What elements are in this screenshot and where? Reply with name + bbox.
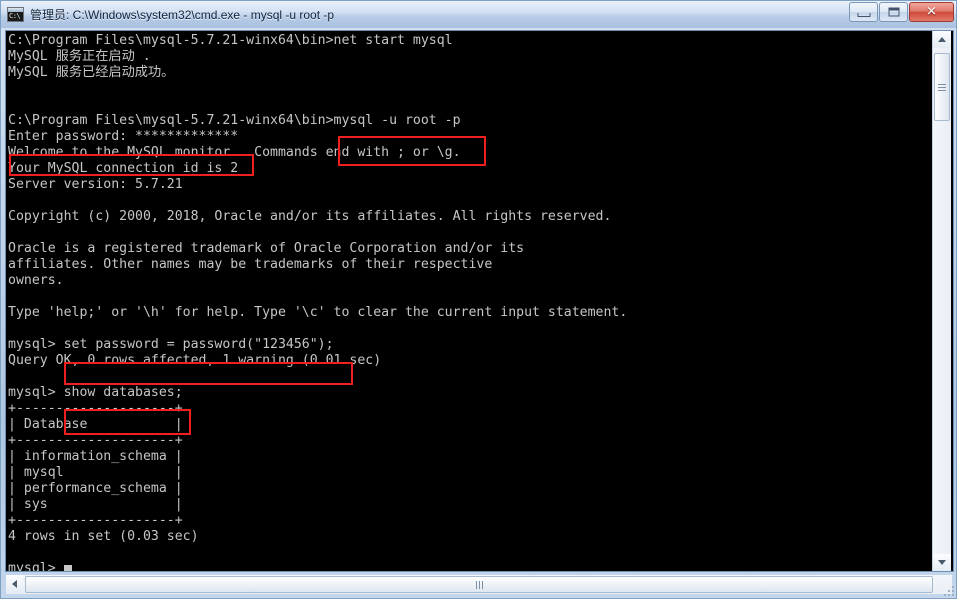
console-output: C:\Program Files\mysql-5.7.21-winx64\bin… [6,31,931,571]
maximize-button[interactable] [879,2,908,22]
console-line: Server version: 5.7.21 [8,177,183,192]
console-line: | sys | [8,497,183,512]
console-line: +--------------------+ [8,401,183,416]
scroll-left-button[interactable] [6,575,23,593]
cmd-console-icon: C:\ [7,7,24,22]
console-line: | information_schema | [8,449,183,464]
thumb-grip-icon [938,82,946,93]
console-line: +--------------------+ [8,433,183,448]
console-line: mysql> show databases; [8,385,183,400]
icon-prompt-text: C:\ [9,12,21,20]
close-button[interactable]: ✕ [909,2,954,22]
console-line: mysql> [8,561,931,571]
window-controls: ✕ [849,2,954,22]
console-line: Your MySQL connection id is 2 [8,161,239,176]
maximize-icon [888,7,899,17]
chevron-left-icon [12,580,17,588]
minimize-icon [857,13,870,17]
chevron-up-icon [938,37,946,42]
title-bar[interactable]: C:\ 管理员: C:\Windows\system32\cmd.exe - m… [1,1,956,28]
minimize-button[interactable] [849,2,878,22]
console-line: Enter password: ************* [8,129,239,144]
close-icon: ✕ [926,4,937,20]
console-client-area[interactable]: C:\Program Files\mysql-5.7.21-winx64\bin… [5,30,954,572]
console-line: | mysql | [8,465,183,480]
vertical-scrollbar[interactable] [932,31,951,571]
thumb-grip-icon [475,580,483,589]
console-line: mysql> set password = password("123456")… [8,337,334,352]
scroll-up-button[interactable] [933,31,951,48]
text-cursor [63,565,72,571]
console-line: Copyright (c) 2000, 2018, Oracle and/or … [8,209,612,224]
scroll-down-button[interactable] [933,554,951,571]
horizontal-scrollbar-thumb[interactable] [25,576,933,593]
console-line: +--------------------+ [8,513,183,528]
console-line: Oracle is a registered trademark of Orac… [8,241,525,256]
resize-grip-icon[interactable] [942,584,954,596]
window-title: 管理员: C:\Windows\system32\cmd.exe - mysql… [30,8,335,22]
console-line: MySQL 服务已经启动成功。 [8,65,175,80]
console-line: C:\Program Files\mysql-5.7.21-winx64\bin… [8,33,453,48]
console-line: Type 'help;' or '\h' for help. Type '\c'… [8,305,628,320]
console-line: 4 rows in set (0.03 sec) [8,529,199,544]
console-line: Welcome to the MySQL monitor. Commands e… [8,145,461,160]
console-line: C:\Program Files\mysql-5.7.21-winx64\bin… [8,113,461,128]
console-line: Query OK, 0 rows affected, 1 warning (0.… [8,353,382,368]
console-line: owners. [8,273,64,288]
vertical-scrollbar-thumb[interactable] [934,53,950,121]
horizontal-scrollbar[interactable] [6,575,952,594]
console-line: affiliates. Other names may be trademark… [8,257,493,272]
console-line: | performance_schema | [8,481,183,496]
chevron-down-icon [938,560,946,565]
console-line: | Database | [8,417,183,432]
console-line: MySQL 服务正在启动 . [8,49,151,64]
cmd-window: C:\ 管理员: C:\Windows\system32\cmd.exe - m… [0,0,957,599]
